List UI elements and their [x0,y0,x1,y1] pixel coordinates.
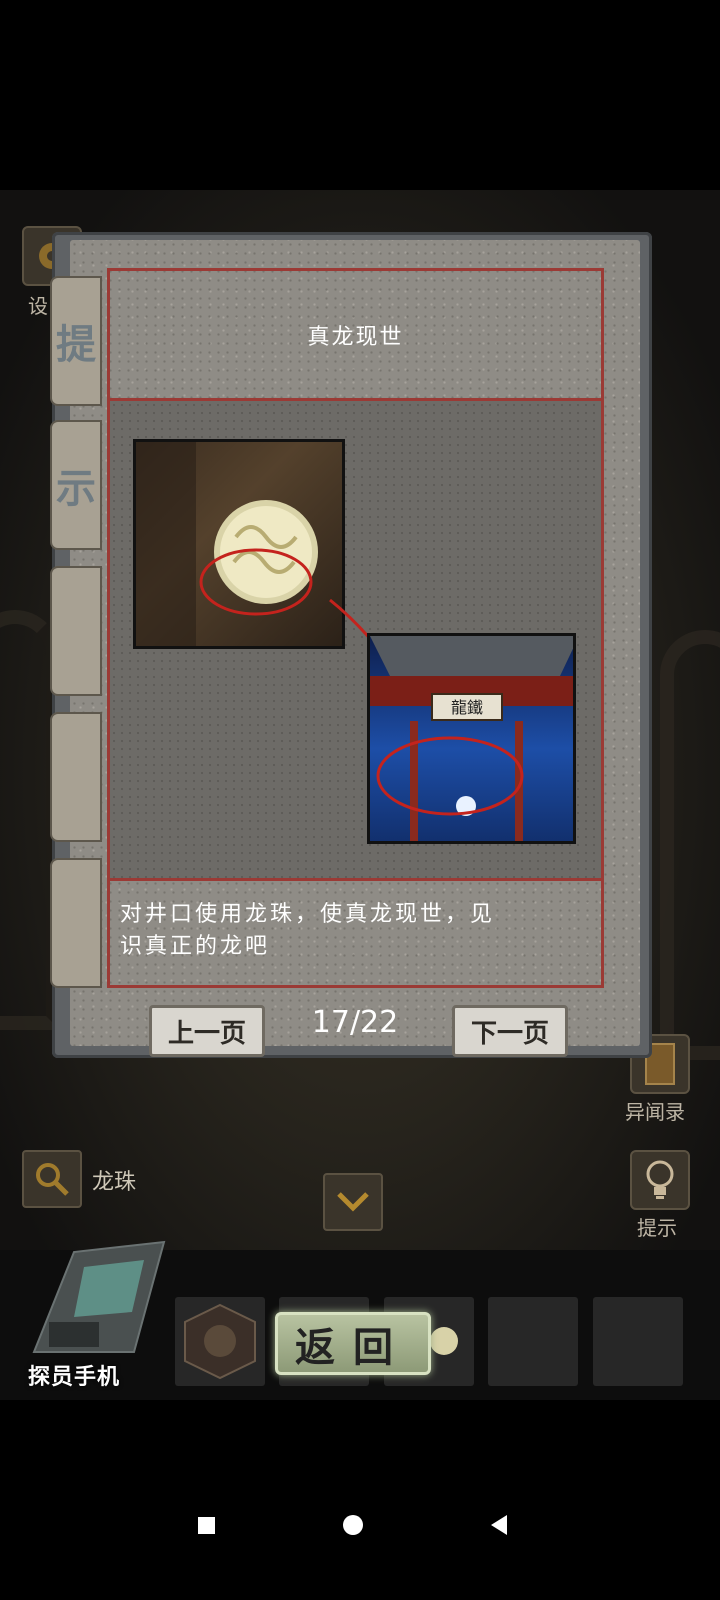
hint-label: 提示 [637,1216,677,1240]
magnifier-icon [36,1163,69,1196]
hint-button[interactable] [630,1150,690,1210]
return-button[interactable]: 返回 [275,1312,431,1375]
inventory-slot-5[interactable] [593,1297,683,1386]
recent-apps-icon[interactable] [196,1515,218,1537]
settings-label: 设 [28,294,48,318]
selected-item-name: 龙珠 [92,1170,137,1195]
chevron-down-icon [337,1192,369,1212]
side-tab-hint-1[interactable]: 提 [50,276,102,406]
inventory-slot-1[interactable] [175,1297,265,1386]
description-line-1: 对井口使用龙珠，使真龙现世，见 [120,902,496,927]
system-nav-bar [0,1480,720,1570]
dragon-pearl-image [133,439,345,649]
temple-sign-text: 龍鐵 [451,698,483,717]
stone-arch-right [660,630,720,1060]
records-label: 异闻录 [625,1100,685,1124]
back-icon[interactable] [487,1513,511,1537]
lightbulb-icon [646,1160,674,1199]
side-tab-label: 提 [56,321,96,368]
home-icon[interactable] [341,1513,365,1537]
side-tab-4[interactable] [50,712,102,842]
side-tab-3[interactable] [50,566,102,696]
collapse-inventory-button[interactable] [323,1173,383,1231]
inventory-slot-4[interactable] [488,1297,578,1386]
hint-description: 对井口使用龙珠，使真龙现世，见 识真正的龙吧 [107,878,604,988]
side-tab-5[interactable] [50,858,102,988]
dragon-gate-image: 龍鐵 [367,633,576,844]
agent-phone-label: 探员手机 [28,1364,121,1390]
hint-title: 真龙现世 [107,268,604,401]
page-indicator: 17/22 [311,1005,399,1040]
description-line-2: 识真正的龙吧 [120,934,271,959]
box-item-icon [184,1303,256,1380]
side-tab-hint-2[interactable]: 示 [50,420,102,550]
prev-page-button[interactable]: 上一页 [149,1005,265,1057]
side-tab-label: 示 [56,465,96,512]
item-search-button[interactable] [22,1150,82,1208]
next-page-button[interactable]: 下一页 [452,1005,568,1057]
